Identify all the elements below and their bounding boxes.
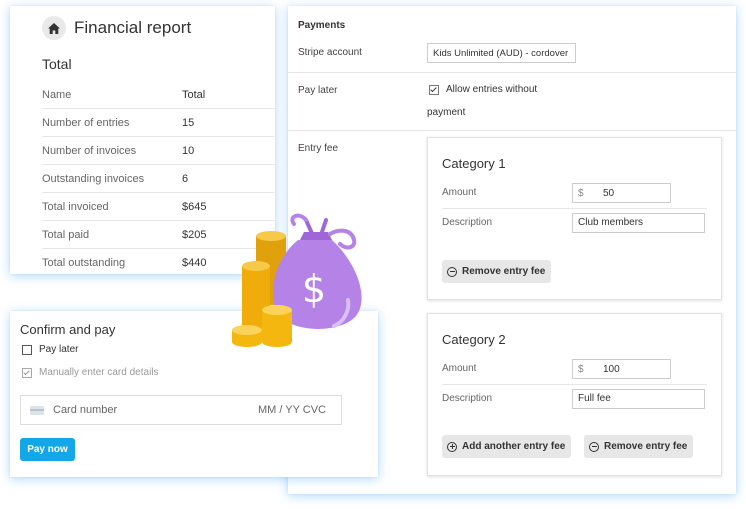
amount-value: 100: [603, 363, 620, 375]
manual-card-checkbox[interactable]: Manually enter card details: [22, 367, 159, 378]
row-name: Number of entries: [42, 116, 130, 129]
card-expiry-cvc-placeholder: MM / YY CVC: [257, 404, 326, 416]
amount-value: 50: [603, 187, 615, 199]
payments-title: Payments: [298, 20, 346, 31]
row-value: $440: [182, 256, 207, 269]
divider: [288, 130, 736, 131]
row-name: Total paid: [42, 228, 90, 241]
stripe-account-label: Stripe account: [298, 47, 362, 58]
divider: [442, 384, 707, 385]
remove-entry-fee-button[interactable]: Remove entry fee: [442, 260, 552, 283]
pay-later-label: Pay later: [39, 344, 79, 355]
minus-circle-icon: [447, 266, 457, 277]
remove-entry-fee-label: Remove entry fee: [462, 266, 546, 277]
financial-report-header: Financial report: [42, 16, 191, 40]
stripe-account-select[interactable]: Kids Unlimited (AUD) - cordover: [427, 43, 576, 63]
column-header: Total: [182, 88, 206, 101]
card-number-field[interactable]: Card number MM / YY CVC: [20, 395, 342, 425]
table-row: Number of entries 15: [42, 109, 275, 137]
description-input[interactable]: Club members: [572, 213, 705, 233]
table-header: Name Total: [42, 81, 275, 109]
table-row: Outstanding invoices 6: [42, 165, 275, 193]
allow-entries-label: Allow entries without: [446, 84, 538, 95]
category-card-1: Category 1 Amount $ 50 Description Club …: [427, 137, 722, 300]
plus-circle-icon: [447, 441, 457, 452]
description-input[interactable]: Full fee: [572, 389, 705, 409]
manual-card-label: Manually enter card details: [39, 367, 159, 378]
credit-card-icon: [30, 405, 44, 415]
checkbox-icon[interactable]: [22, 344, 32, 355]
column-header: Name: [42, 88, 72, 101]
pay-later-label: Pay later: [298, 85, 338, 96]
entry-fee-label: Entry fee: [298, 143, 339, 154]
page-title: Financial report: [74, 18, 192, 37]
checkbox-checked-icon[interactable]: [429, 84, 439, 95]
category-title: Category 2: [442, 332, 506, 347]
checkbox-checked-icon[interactable]: [22, 367, 32, 378]
table-row: Number of invoices 10: [42, 137, 275, 165]
currency-symbol: $: [578, 187, 584, 199]
dollar-sign: $: [302, 267, 326, 311]
category-card-2: Category 2 Amount $ 100 Description Full…: [427, 313, 722, 476]
allow-entries-label-cont: payment: [427, 107, 466, 118]
card-number-placeholder: Card number: [53, 404, 118, 416]
pay-later-checkbox[interactable]: Pay later: [22, 344, 78, 355]
amount-input[interactable]: $ 100: [572, 359, 671, 379]
divider: [288, 72, 736, 73]
remove-entry-fee-button[interactable]: Remove entry fee: [584, 435, 694, 458]
home-icon[interactable]: [42, 16, 66, 40]
confirm-pay-title: Confirm and pay: [20, 322, 116, 337]
row-value: $645: [182, 200, 207, 213]
row-value: 15: [182, 116, 195, 129]
add-entry-fee-button[interactable]: Add another entry fee: [442, 435, 572, 458]
amount-label: Amount: [442, 363, 477, 374]
row-name: Outstanding invoices: [42, 172, 145, 185]
allow-entries-checkbox[interactable]: Allow entries without: [429, 84, 537, 95]
row-value: 6: [182, 172, 189, 185]
add-entry-fee-label: Add another entry fee: [462, 441, 566, 452]
amount-label: Amount: [442, 187, 477, 198]
description-label: Description: [442, 393, 493, 404]
category-title: Category 1: [442, 156, 506, 171]
row-value: 10: [182, 144, 195, 157]
row-name: Number of invoices: [42, 144, 137, 157]
money-bag-icon: $: [232, 213, 362, 347]
minus-circle-icon: [589, 441, 599, 452]
row-name: Total outstanding: [42, 256, 126, 269]
row-value: $205: [182, 228, 207, 241]
row-name: Total invoiced: [42, 200, 109, 213]
remove-entry-fee-label: Remove entry fee: [604, 441, 688, 452]
description-label: Description: [442, 217, 493, 228]
report-subtitle: Total: [42, 56, 72, 72]
currency-symbol: $: [578, 363, 584, 375]
divider: [442, 208, 707, 209]
pay-now-button[interactable]: Pay now: [20, 438, 75, 461]
amount-input[interactable]: $ 50: [572, 183, 671, 203]
